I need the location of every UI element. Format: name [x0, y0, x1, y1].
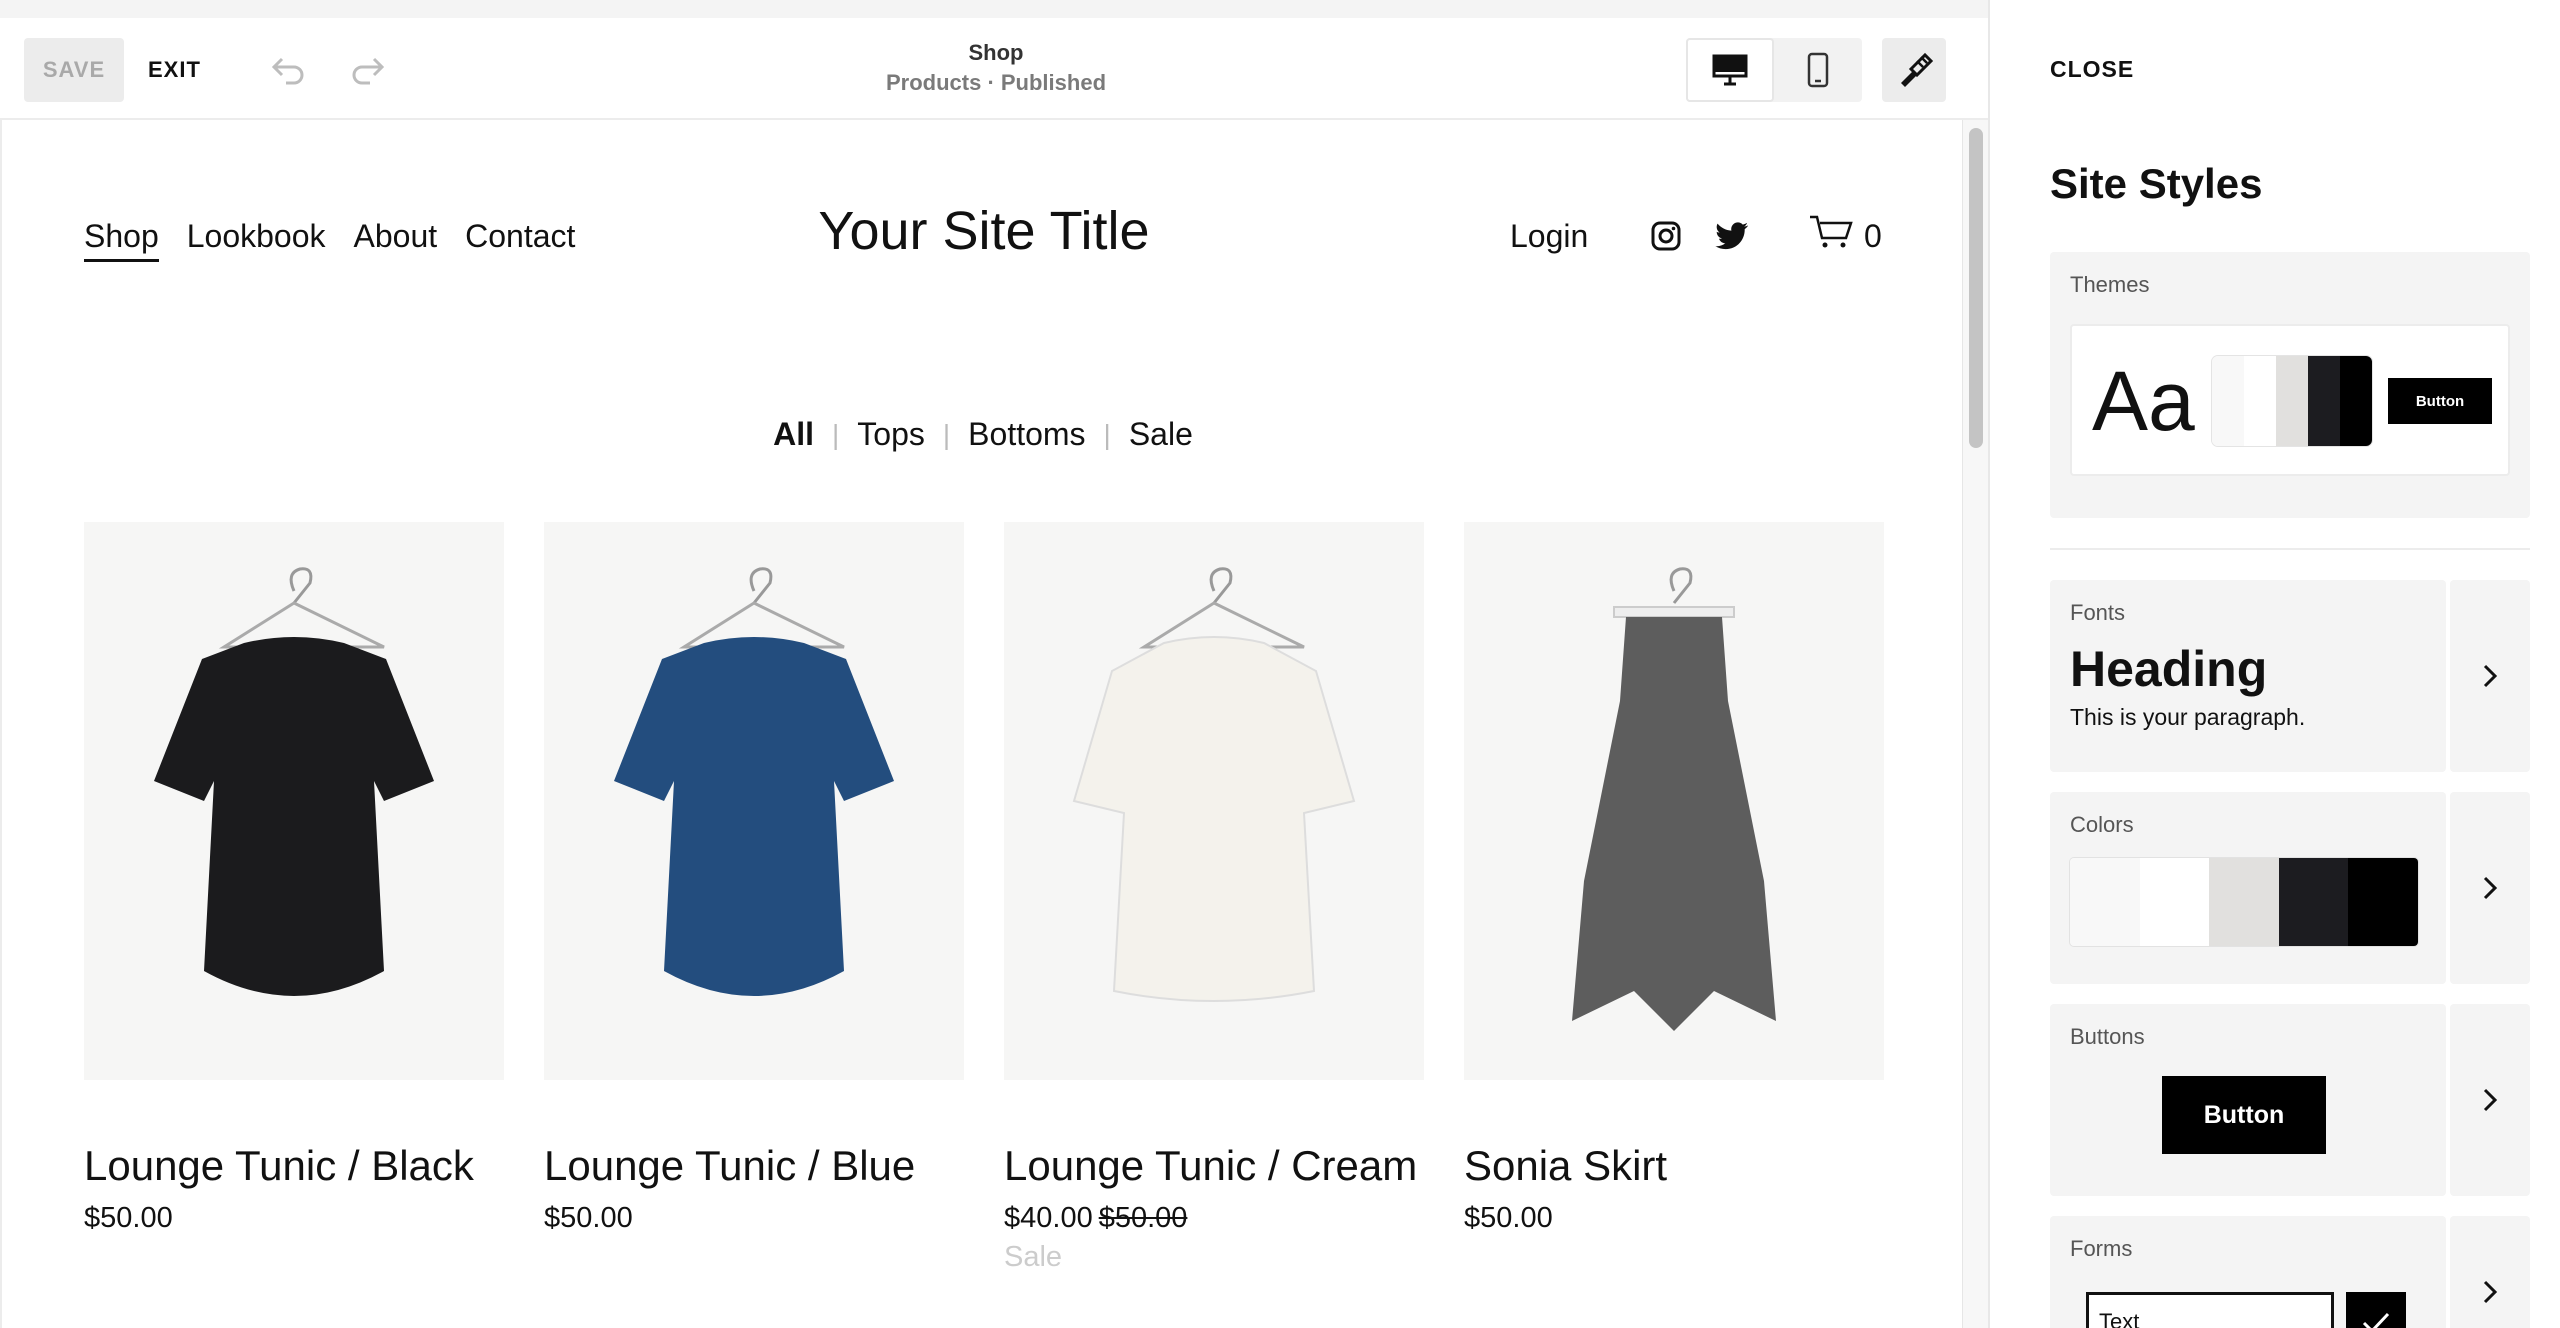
device-toggle [1686, 38, 1862, 102]
page-title: Shop [968, 40, 1024, 65]
nav-item-lookbook[interactable]: Lookbook [187, 218, 326, 255]
exit-button[interactable]: EXIT [148, 38, 201, 102]
theme-button-sample: Button [2388, 378, 2492, 424]
color-palette [2070, 858, 2418, 946]
category-filter: All | Tops | Bottoms | Sale [2, 416, 1962, 453]
product-price: $50.00 [544, 1202, 633, 1234]
panel-title: Site Styles [2050, 160, 2263, 207]
scrollbar-thumb[interactable] [1969, 128, 1983, 448]
product-card[interactable]: Sonia Skirt $50.00 [1464, 522, 1884, 1235]
site-title[interactable]: Your Site Title [702, 200, 1266, 262]
site-navigation: Shop Lookbook About Contact [84, 212, 575, 262]
colors-arrow-button[interactable] [2450, 792, 2530, 984]
color-swatch [2278, 858, 2349, 946]
desktop-icon[interactable] [1686, 38, 1774, 102]
cart-link[interactable]: 0 [1808, 212, 1882, 260]
product-price: $40.00 $50.00 [1004, 1202, 1188, 1234]
product-price: $50.00 [84, 1202, 173, 1234]
product-card[interactable]: Lounge Tunic / Cream $40.00 $50.00 Sale [1004, 522, 1424, 1274]
nav-item-shop[interactable]: Shop [84, 218, 159, 262]
fonts-arrow-button[interactable] [2450, 580, 2530, 772]
color-swatch [2139, 858, 2210, 946]
save-button[interactable]: SAVE [24, 38, 124, 102]
fonts-label: Fonts [2070, 600, 2126, 625]
forms-arrow-button[interactable] [2450, 1216, 2530, 1328]
font-heading-sample: Heading [2070, 641, 2268, 697]
tunic-image [1072, 567, 1356, 1002]
sale-badge: Sale [1004, 1241, 1063, 1273]
font-paragraph-sample: This is your paragraph. [2070, 704, 2306, 730]
nav-item-contact[interactable]: Contact [465, 218, 575, 255]
product-image[interactable] [1464, 522, 1884, 1080]
product-name[interactable]: Lounge Tunic / Blue [544, 1136, 964, 1196]
undo-icon[interactable] [262, 44, 314, 96]
preview-scrollbar[interactable] [1962, 120, 1988, 1328]
skirt-image [1572, 567, 1776, 1031]
close-button[interactable]: CLOSE [2050, 56, 2134, 83]
filter-tops[interactable]: Tops [839, 416, 943, 453]
filter-sale[interactable]: Sale [1111, 416, 1211, 453]
checkmark-icon [2346, 1292, 2406, 1328]
product-image[interactable] [84, 522, 504, 1080]
theme-preview[interactable]: Aa Button [2070, 324, 2510, 476]
redo-icon[interactable] [342, 44, 394, 96]
original-price: $50.00 [1098, 1202, 1188, 1234]
tunic-image [614, 567, 894, 996]
chevron-right-icon [2483, 876, 2498, 900]
themes-card[interactable]: Themes Aa Button [2050, 252, 2530, 518]
form-field-sample: Text [2086, 1292, 2334, 1328]
product-price: $50.00 [1464, 1202, 1553, 1234]
theme-font-sample: Aa [2092, 354, 2195, 448]
tunic-image [154, 567, 434, 996]
forms-label: Forms [2070, 1236, 2133, 1261]
product-image[interactable] [544, 522, 964, 1080]
login-link[interactable]: Login [1510, 212, 1588, 260]
cart-icon [1808, 214, 1854, 258]
buttons-card[interactable]: Buttons Button [2050, 1004, 2446, 1196]
product-name[interactable]: Lounge Tunic / Black [84, 1136, 504, 1196]
forms-card[interactable]: Forms Text [2050, 1216, 2446, 1328]
cart-count: 0 [1864, 217, 1882, 254]
button-style-sample: Button [2162, 1076, 2326, 1154]
colors-card[interactable]: Colors [2050, 792, 2446, 984]
paintbrush-icon[interactable] [1882, 38, 1946, 102]
twitter-icon[interactable] [1712, 216, 1752, 256]
editor-toolbar: SAVE EXIT Shop Products · Published [0, 18, 1988, 120]
mobile-icon[interactable] [1774, 38, 1862, 102]
chevron-right-icon [2483, 664, 2498, 688]
product-name[interactable]: Lounge Tunic / Cream [1004, 1136, 1424, 1196]
product-name[interactable]: Sonia Skirt [1464, 1136, 1884, 1196]
site-styles-panel: CLOSE Site Styles Themes Aa Button Fonts… [1988, 0, 2560, 1328]
filter-all[interactable]: All [755, 416, 832, 453]
colors-label: Colors [2070, 812, 2134, 837]
page-status: Products · Published [885, 70, 1107, 95]
color-swatch [2209, 858, 2279, 946]
panel-divider [2050, 548, 2530, 550]
color-swatch [2070, 858, 2140, 946]
site-preview: Shop Lookbook About Contact Your Site Ti… [0, 120, 1962, 1328]
fonts-card[interactable]: Fonts Heading This is your paragraph. [2050, 580, 2446, 772]
chevron-right-icon [2483, 1280, 2498, 1304]
theme-color-swatch [2212, 356, 2372, 446]
chevron-right-icon [2483, 1088, 2498, 1112]
nav-item-about[interactable]: About [354, 218, 438, 255]
product-image[interactable] [1004, 522, 1424, 1080]
instagram-icon[interactable] [1646, 216, 1686, 256]
buttons-arrow-button[interactable] [2450, 1004, 2530, 1196]
filter-bottoms[interactable]: Bottoms [950, 416, 1103, 453]
buttons-label: Buttons [2070, 1024, 2145, 1049]
editor-area: SAVE EXIT Shop Products · Published Shop… [0, 0, 1988, 1328]
color-swatch [2348, 858, 2418, 946]
product-card[interactable]: Lounge Tunic / Black $50.00 [84, 522, 504, 1235]
themes-label: Themes [2070, 272, 2150, 297]
product-card[interactable]: Lounge Tunic / Blue $50.00 [544, 522, 964, 1235]
page-info: Shop Products · Published [796, 38, 1196, 98]
